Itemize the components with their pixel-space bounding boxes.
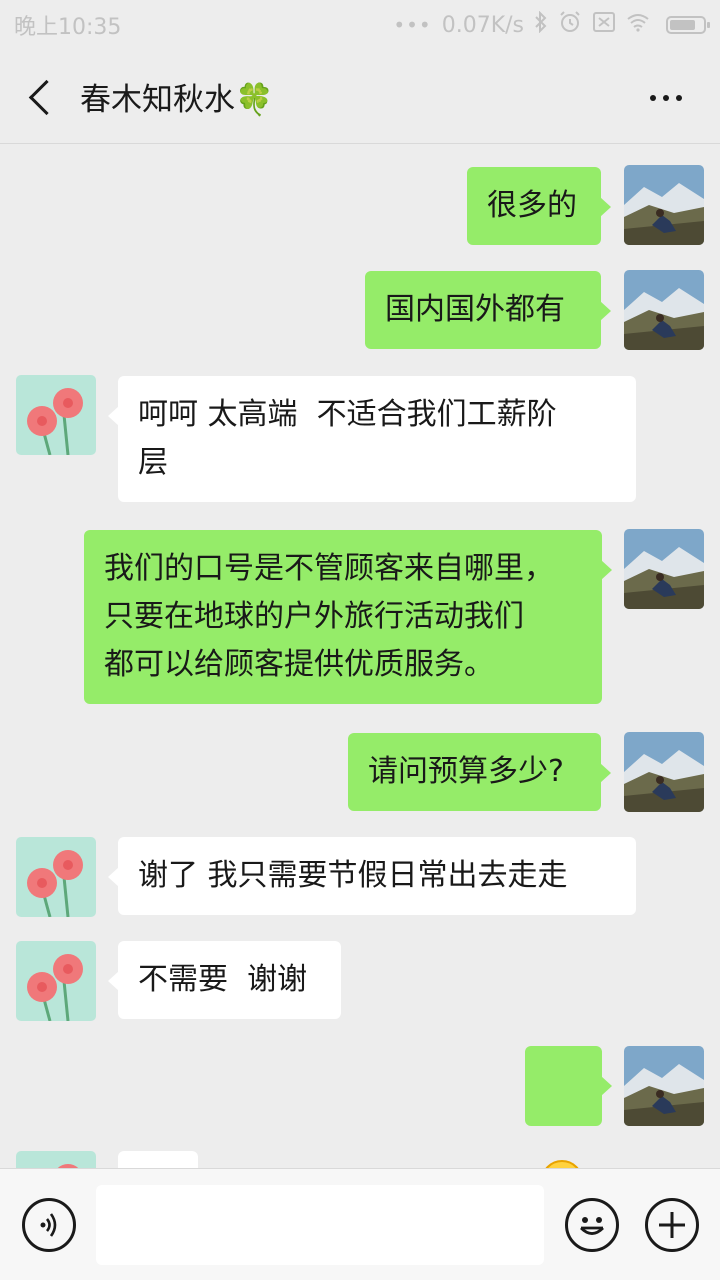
my-avatar[interactable] — [624, 1046, 704, 1126]
my-avatar[interactable] — [624, 529, 704, 609]
more-dot — [663, 95, 669, 101]
chat-title: 春木知秋水🍀 — [80, 82, 274, 118]
smiley-icon — [580, 1217, 604, 1235]
voice-button[interactable] — [22, 1198, 76, 1252]
message-bubble[interactable]: 我们的口号是不管顾客来自哪里， 只要在地球的户外旅行活动我们 都可以给顾客提供优… — [84, 530, 612, 704]
message-bubble[interactable]: 谢了 我只需要节假日常出去走走 — [108, 837, 636, 915]
message-input[interactable] — [96, 1185, 544, 1265]
my-avatar[interactable] — [624, 732, 704, 812]
signal-dots: ••• — [393, 13, 432, 37]
contact-avatar[interactable] — [16, 941, 96, 1021]
status-time: 晚上10:35 — [14, 15, 122, 40]
status-right: ••• 0.07K/s — [393, 10, 710, 40]
message-bubble[interactable]: 呵呵 太高端 不适合我们工薪阶 层 — [108, 376, 636, 502]
more-dot — [650, 95, 656, 101]
more-button[interactable] — [650, 95, 682, 101]
my-avatar[interactable] — [624, 270, 704, 350]
message-bubble[interactable] — [525, 1046, 612, 1168]
message-bubble[interactable]: 不需要 谢谢 — [108, 941, 341, 1019]
wifi-icon — [626, 12, 650, 38]
message-list[interactable]: 很多的 国内国外都有 呵呵 太高端 不适合我们工薪阶 层 我们的口号是不管顾客来… — [0, 145, 720, 1168]
my-avatar[interactable] — [624, 165, 704, 245]
message-bubble[interactable]: 请问预算多少? — [348, 733, 611, 811]
message-bubble[interactable] — [118, 1151, 198, 1168]
input-bar — [0, 1168, 720, 1280]
contact-avatar[interactable] — [16, 837, 96, 917]
network-speed: 0.07K/s — [441, 12, 524, 38]
message-bubble[interactable]: 很多的 — [467, 167, 611, 245]
plus-button[interactable] — [645, 1198, 699, 1252]
message-bubble[interactable]: 国内国外都有 — [365, 271, 611, 349]
bluetooth-icon — [534, 10, 548, 39]
alarm-icon — [558, 10, 582, 40]
contact-avatar[interactable] — [16, 375, 96, 455]
contact-avatar[interactable] — [16, 1151, 96, 1168]
battery-icon — [666, 16, 710, 34]
voice-icon — [40, 1213, 57, 1237]
chat-header: 春木知秋水🍀 — [0, 50, 720, 144]
emoji-button[interactable] — [565, 1198, 619, 1252]
sim-card-icon — [592, 11, 616, 39]
status-bar: 晚上10:35 ••• 0.07K/s — [0, 0, 720, 50]
grinning-face-emoji-icon — [541, 1160, 583, 1168]
back-button[interactable] — [16, 71, 68, 123]
more-dot — [676, 95, 682, 101]
